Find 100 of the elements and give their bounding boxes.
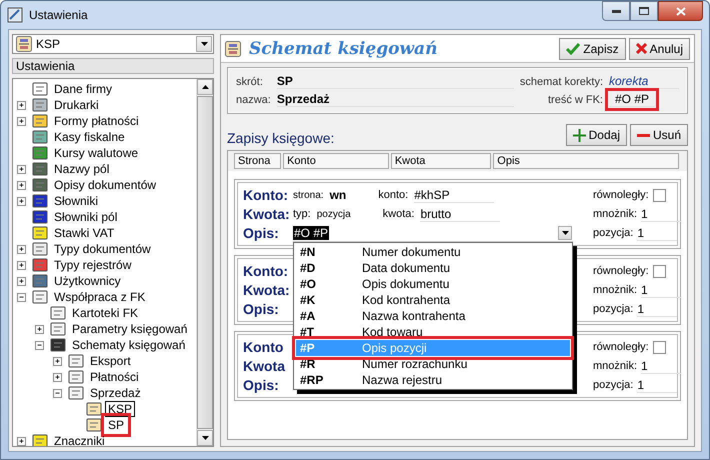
dropdown-item[interactable]: #RP Nazwa rejestru [296, 372, 570, 388]
column-header: Strona [234, 153, 282, 169]
cancel-button[interactable]: Anuluj [628, 38, 690, 60]
tree-item[interactable]: Opisy dokumentów [51, 177, 160, 193]
expand-icon[interactable] [17, 164, 26, 174]
expand-icon[interactable] [17, 116, 26, 126]
expand-icon[interactable] [35, 324, 44, 334]
check-icon [566, 42, 580, 54]
scheme-combo[interactable]: KSP [12, 34, 214, 54]
collapse-icon[interactable] [53, 388, 62, 398]
scheme-icon [16, 36, 32, 52]
tree-item-icon [68, 370, 84, 384]
tree-item-icon [50, 338, 66, 352]
tree-item[interactable]: Kursy walutowe [51, 145, 142, 161]
column-header: Opis [493, 153, 679, 169]
close-button[interactable] [658, 1, 703, 21]
field-label: pozycja: [593, 379, 634, 391]
minimize-button[interactable] [602, 1, 630, 21]
tree-item-icon [32, 242, 48, 256]
expand-icon[interactable] [17, 196, 26, 206]
tree-item[interactable]: Znaczniki [51, 433, 108, 446]
app-icon [7, 7, 23, 23]
expand-icon[interactable] [53, 356, 62, 366]
tree-item[interactable]: Drukarki [51, 97, 102, 113]
tree-item[interactable]: Słowniki [51, 193, 102, 209]
window-title: Ustawienia [29, 8, 88, 22]
caret-icon [562, 230, 568, 234]
tree-item-icon [32, 114, 48, 128]
dropdown-item[interactable]: #R Numer rozrachunku [296, 356, 570, 372]
tree-item[interactable]: Typy dokumentów [51, 241, 154, 257]
tree-item[interactable]: Kartoteki FK [69, 305, 142, 321]
tree-item[interactable]: Współpraca z FK [51, 289, 148, 305]
tree-item[interactable]: Formy płatności [51, 113, 142, 129]
expand-icon[interactable] [17, 180, 26, 190]
tree-item[interactable]: Płatności [87, 369, 142, 385]
dropdown-item[interactable]: #A Nazwa kontrahenta [296, 308, 570, 324]
field-label: nazwa: [236, 94, 271, 106]
row-label: Kwota: [243, 281, 291, 299]
dropdown-item[interactable]: #K Kod kontrahenta [296, 292, 570, 308]
tree-item[interactable]: Sprzedaż [87, 385, 144, 401]
dropdown-button[interactable] [558, 226, 572, 240]
save-button[interactable]: Zapisz [559, 38, 626, 60]
field-label: mnożnik: [593, 284, 638, 296]
tree-item[interactable]: Eksport [87, 353, 134, 369]
tree-item[interactable]: Parametry księgowań [69, 321, 190, 337]
tree-item[interactable]: Kasy fiskalne [51, 129, 128, 145]
tree-item[interactable]: Schematy księgowań [69, 337, 188, 353]
checkbox[interactable] [652, 264, 666, 278]
tree-item[interactable]: Dane firmy [51, 81, 116, 97]
field-label: treść w FK: [548, 94, 603, 106]
scroll-up-icon[interactable] [202, 85, 208, 89]
tree-item-icon [32, 146, 48, 160]
field-value: 1 [641, 358, 682, 374]
expand-icon[interactable] [17, 244, 26, 254]
dropdown-item[interactable]: #D Data dokumentu [296, 260, 570, 276]
plus-icon [572, 128, 586, 142]
tree-item-icon [50, 322, 66, 336]
field-label: mnożnik: [593, 208, 638, 220]
dropdown-item[interactable]: #N Numer dokumentu [296, 244, 570, 260]
collapse-icon[interactable] [35, 340, 44, 350]
minimize-icon [612, 10, 620, 12]
field-value: wn [330, 188, 346, 202]
dropdown-item[interactable]: #T Kod towaru [296, 324, 570, 340]
field-label: pozycja: [593, 303, 634, 315]
checkbox[interactable] [652, 188, 666, 202]
remove-button[interactable]: Usuń [630, 124, 688, 146]
caret-icon [200, 42, 208, 46]
expand-icon[interactable] [17, 100, 26, 110]
tree-item[interactable]: Stawki VAT [51, 225, 118, 241]
tree-item[interactable]: Typy rejestrów [51, 257, 134, 273]
section-title: Zapisy księgowe: [227, 130, 334, 146]
scroll-down-icon[interactable] [202, 436, 208, 440]
tree-item[interactable]: KSP [105, 401, 136, 417]
dropdown-button[interactable] [196, 36, 212, 52]
tree-item[interactable]: Nazwy pól [51, 161, 112, 177]
checkbox[interactable] [652, 340, 666, 354]
tree-item[interactable]: Słowniki pól [51, 209, 120, 225]
collapse-icon[interactable] [17, 292, 26, 302]
row-label: Opis: [243, 224, 280, 242]
expand-icon[interactable] [17, 436, 26, 446]
maximize-button[interactable] [630, 1, 658, 21]
scrollbar[interactable] [196, 79, 213, 446]
field-value: #khSP [414, 188, 494, 202]
scheme-icon [225, 40, 241, 56]
dropdown-item[interactable]: #O Opis dokumentu [296, 276, 570, 292]
expand-icon[interactable] [17, 260, 26, 270]
field-label: równoległy: [593, 265, 649, 277]
tree-item[interactable]: Użytkownicy [51, 273, 124, 289]
expand-icon[interactable] [17, 276, 26, 286]
field-value: 1 [637, 378, 678, 392]
row-label: Opis: [243, 376, 280, 394]
field-value: 1 [637, 226, 678, 240]
field-label: schemat korekty: [520, 76, 603, 88]
tree-item-icon [32, 290, 48, 304]
tree-item-icon [32, 98, 48, 112]
field-label: mnożnik: [593, 360, 638, 372]
add-button[interactable]: Dodaj [566, 124, 627, 146]
tree-item-icon [32, 210, 48, 224]
expand-icon[interactable] [53, 372, 62, 382]
tree-item-icon [68, 354, 84, 368]
